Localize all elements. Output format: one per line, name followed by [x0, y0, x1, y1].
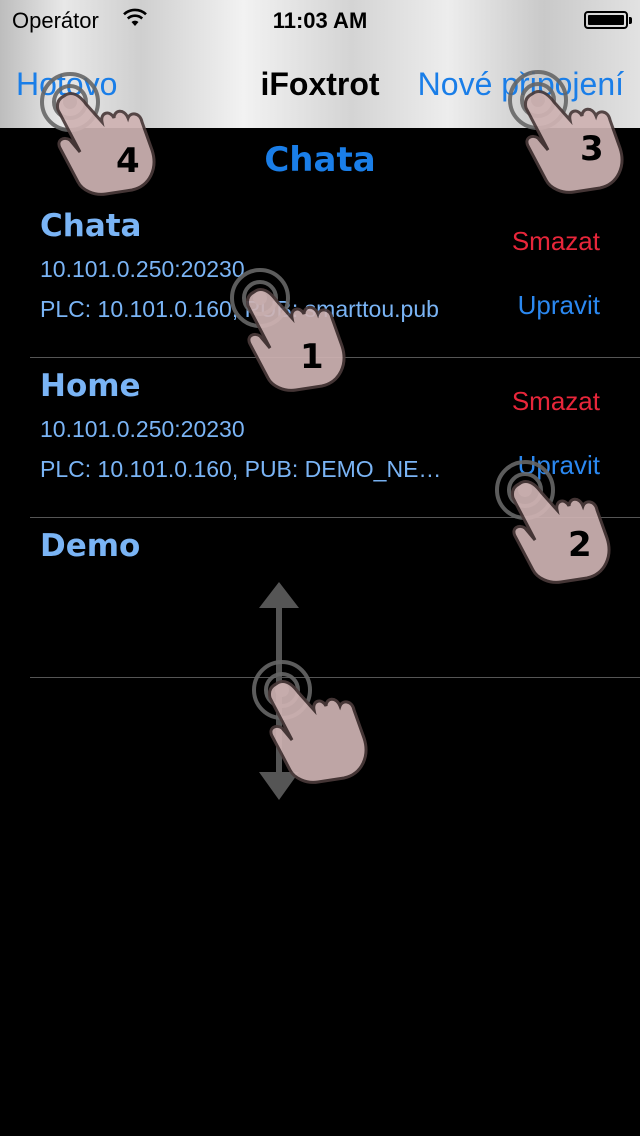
- battery-fill: [588, 15, 624, 25]
- connection-plc: PLC: 10.101.0.160, PUB: smarttou.pub: [40, 296, 439, 322]
- connection-address: 10.101.0.250:20230: [40, 416, 245, 442]
- edit-button[interactable]: Upravit: [518, 290, 600, 321]
- delete-button[interactable]: Smazat: [512, 386, 600, 417]
- connection-row-demo[interactable]: Demo: [0, 518, 640, 678]
- status-time: 11:03 AM: [272, 8, 368, 33]
- navigation-bar: Hotovo iFoxtrot Nové připojení: [0, 40, 640, 128]
- connection-name: Chata: [40, 208, 142, 244]
- connection-row-chata[interactable]: Chata 10.101.0.250:20230 PLC: 10.101.0.1…: [0, 198, 640, 358]
- edit-button[interactable]: Upravit: [518, 450, 600, 481]
- status-bar: Operátor 11:03 AM: [0, 0, 640, 40]
- section-title: Chata: [264, 140, 376, 180]
- connection-row-home[interactable]: Home 10.101.0.250:20230 PLC: 10.101.0.16…: [0, 358, 640, 518]
- connection-name: Demo: [40, 528, 141, 564]
- new-connection-button[interactable]: Nové připojení: [418, 66, 624, 103]
- tap-hand-icon: [252, 660, 368, 785]
- delete-button[interactable]: Smazat: [512, 226, 600, 257]
- row-divider: [30, 677, 640, 678]
- connection-plc: PLC: 10.101.0.160, PUB: DEMO_NE…: [40, 456, 442, 482]
- top-bar: Operátor 11:03 AM Hotovo iFoxtrot Nové p…: [0, 0, 640, 128]
- connection-name: Home: [40, 368, 141, 404]
- battery-icon: [584, 11, 632, 29]
- connection-address: 10.101.0.250:20230: [40, 256, 245, 282]
